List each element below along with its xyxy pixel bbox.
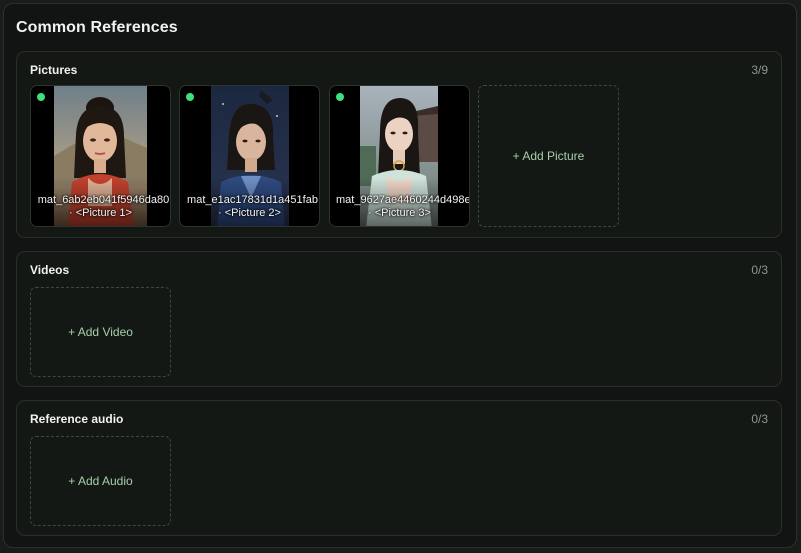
pictures-section: Pictures 3/9 mat_6ab2eb041f5946da80 · <P… (16, 51, 782, 238)
videos-section: Videos 0/3 + Add Video (16, 251, 782, 387)
picture-1-label: · <Picture 1> (69, 207, 132, 219)
audio-title: Reference audio (30, 412, 124, 426)
add-audio-button[interactable]: + Add Audio (30, 436, 171, 526)
picture-3-label: · <Picture 3> (368, 207, 431, 219)
picture-thumbnail-3[interactable]: mat_9627ae4460244d498e · <Picture 3> (329, 85, 470, 227)
picture-3-filename: mat_9627ae4460244d498e (336, 194, 469, 206)
pictures-count: 3/9 (751, 63, 768, 77)
picture-thumbnail-2[interactable]: mat_e1ac17831d1a451fab · <Picture 2> (179, 85, 320, 227)
status-dot (186, 93, 194, 101)
picture-3-caption: mat_9627ae4460244d498e · <Picture 3> (330, 194, 469, 220)
panel-title: Common References (16, 19, 178, 36)
picture-1-filename: mat_6ab2eb041f5946da80 (37, 194, 170, 206)
picture-1-caption: mat_6ab2eb041f5946da80 · <Picture 1> (31, 194, 170, 220)
picture-2-label: · <Picture 2> (218, 207, 281, 219)
status-dot (336, 93, 344, 101)
pictures-title: Pictures (30, 63, 78, 77)
add-picture-button[interactable]: + Add Picture (478, 85, 619, 227)
picture-2-filename: mat_e1ac17831d1a451fab (187, 194, 318, 206)
picture-2-caption: mat_e1ac17831d1a451fab · <Picture 2> (180, 194, 319, 220)
common-references-panel: Common References Pictures 3/9 mat_6ab2e… (3, 3, 797, 548)
videos-title: Videos (30, 263, 70, 277)
status-dot (37, 93, 45, 101)
videos-count: 0/3 (751, 263, 768, 277)
audio-count: 0/3 (751, 412, 768, 426)
reference-audio-section: Reference audio 0/3 + Add Audio (16, 400, 782, 536)
picture-thumbnail-1[interactable]: mat_6ab2eb041f5946da80 · <Picture 1> (30, 85, 171, 227)
add-video-button[interactable]: + Add Video (30, 287, 171, 377)
